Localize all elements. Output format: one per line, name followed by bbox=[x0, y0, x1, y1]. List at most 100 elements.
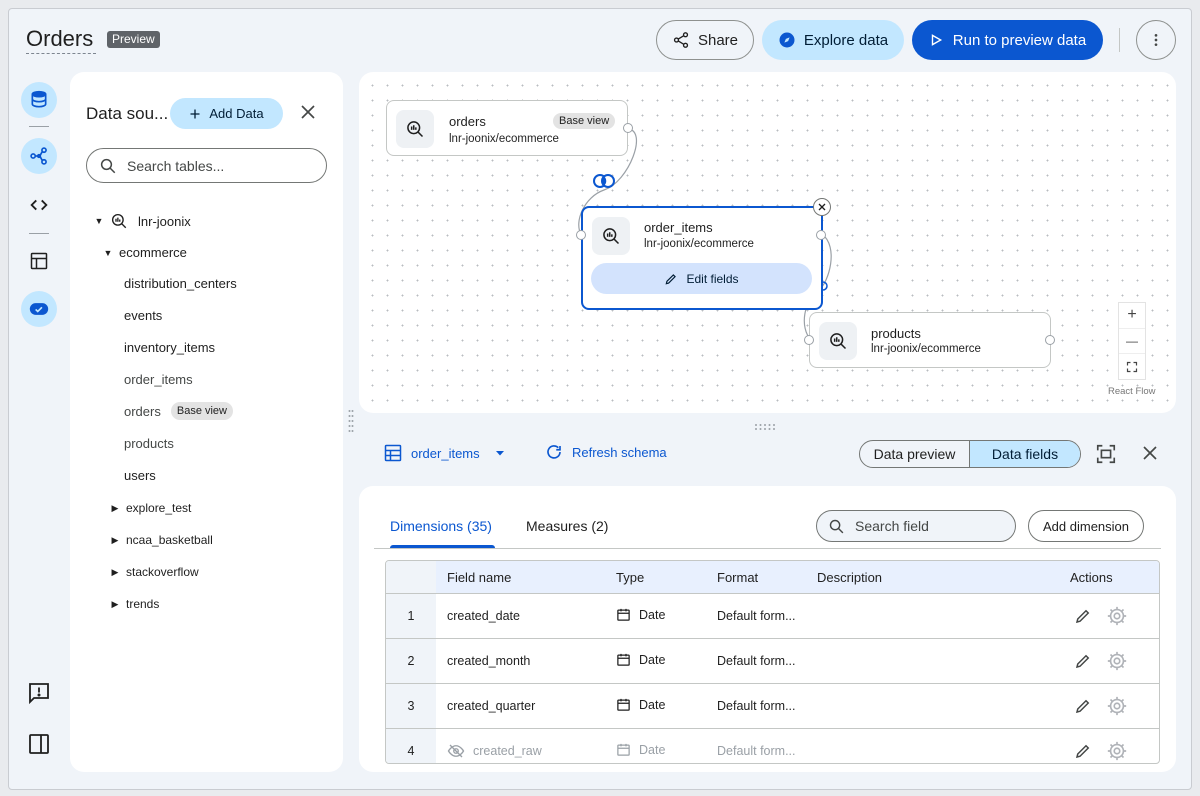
close-bottom-panel-button[interactable] bbox=[1141, 444, 1161, 464]
settings-icon[interactable] bbox=[1106, 605, 1128, 627]
data-preview-tab[interactable]: Data preview bbox=[860, 441, 970, 467]
tab-measures[interactable]: Measures (2) bbox=[526, 518, 608, 534]
explore-data-button[interactable]: Explore data bbox=[762, 20, 904, 60]
refresh-schema-label: Refresh schema bbox=[572, 444, 667, 460]
table-label: events bbox=[124, 308, 163, 323]
tree-project[interactable]: ▼ lnr-joonix bbox=[94, 212, 191, 230]
rail-schema[interactable] bbox=[21, 138, 57, 174]
settings-icon[interactable] bbox=[1106, 695, 1128, 717]
column-header[interactable]: Type bbox=[616, 570, 644, 585]
settings-icon[interactable] bbox=[1106, 650, 1128, 672]
rail-table[interactable] bbox=[21, 243, 57, 279]
tree-dataset-collapsed[interactable]: ▶ stackoverflow bbox=[110, 565, 199, 579]
type-label: Date bbox=[639, 607, 666, 622]
field-type: Date bbox=[616, 697, 665, 712]
node-handle[interactable] bbox=[1045, 335, 1055, 345]
expand-icon bbox=[1096, 444, 1116, 464]
node-products[interactable]: products lnr-joonix/ecommerce bbox=[804, 312, 1055, 368]
node-handle[interactable] bbox=[816, 230, 826, 240]
tree-dataset[interactable]: ▼ ecommerce bbox=[103, 245, 187, 260]
tree-dataset-collapsed[interactable]: ▶ trends bbox=[110, 597, 160, 611]
rail-toggle[interactable] bbox=[21, 291, 57, 327]
dataset-label: stackoverflow bbox=[126, 565, 199, 579]
app-window: Orders Preview Share Explore data Run to… bbox=[8, 8, 1192, 790]
toggle-icon bbox=[29, 303, 49, 315]
node-orders[interactable]: orders lnr-joonix/ecommerce Base view bbox=[386, 100, 633, 156]
node-order-items[interactable]: order_items lnr-joonix/ecommerce Edit fi… bbox=[576, 198, 831, 310]
page-title: Orders bbox=[26, 26, 94, 51]
zoom-in-button[interactable]: + bbox=[1119, 303, 1145, 329]
share-button[interactable]: Share bbox=[656, 20, 754, 60]
canvas-resize-handle[interactable] bbox=[754, 418, 778, 430]
settings-icon[interactable] bbox=[1106, 740, 1128, 762]
rail-divider bbox=[29, 126, 49, 127]
table-row[interactable]: 2 created_month Date Default form... bbox=[386, 638, 1159, 683]
tree-dataset-collapsed[interactable]: ▶ ncaa_basketball bbox=[110, 533, 213, 547]
close-panel-button[interactable] bbox=[299, 103, 319, 123]
table-search-field[interactable] bbox=[86, 148, 327, 183]
field-name: created_month bbox=[447, 654, 531, 668]
run-preview-button[interactable]: Run to preview data bbox=[912, 20, 1103, 60]
flow-canvas[interactable]: orders lnr-joonix/ecommerce Base view or… bbox=[359, 72, 1176, 413]
tree-table-item[interactable]: users bbox=[124, 468, 156, 483]
column-header[interactable]: Format bbox=[717, 570, 758, 585]
react-flow-attribution[interactable]: React Flow bbox=[1108, 386, 1156, 397]
expand-panel-button[interactable] bbox=[1095, 443, 1117, 465]
zoom-out-button[interactable]: — bbox=[1119, 329, 1145, 355]
column-header[interactable]: Field name bbox=[447, 570, 511, 585]
tree-table-item[interactable]: events bbox=[124, 308, 162, 323]
edit-icon[interactable] bbox=[1074, 607, 1092, 625]
column-header[interactable]: Description bbox=[817, 570, 882, 585]
table-icon bbox=[384, 444, 402, 462]
zoom-controls: + — bbox=[1118, 302, 1146, 380]
node-handle[interactable] bbox=[804, 335, 814, 345]
node-name: orders bbox=[449, 114, 486, 129]
base-view-chip: Base view bbox=[553, 113, 616, 129]
node-handle[interactable] bbox=[576, 230, 586, 240]
table-icon bbox=[30, 252, 48, 270]
tab-dimensions[interactable]: Dimensions (35) bbox=[390, 518, 492, 534]
tree-dataset-collapsed[interactable]: ▶ explore_test bbox=[110, 501, 192, 515]
share-icon bbox=[673, 32, 689, 48]
table-row[interactable]: 1 created_date Date Default form... bbox=[386, 593, 1159, 638]
tabs-divider bbox=[374, 548, 1161, 549]
table-selector[interactable]: order_items bbox=[383, 443, 506, 463]
row-index: 4 bbox=[407, 744, 415, 758]
table-row[interactable]: 3 created_quarter Date Default form... bbox=[386, 683, 1159, 728]
table-search-input[interactable] bbox=[127, 157, 307, 174]
index-column-header bbox=[386, 561, 436, 593]
more-options-button[interactable] bbox=[1136, 20, 1176, 60]
rail-code[interactable] bbox=[21, 187, 57, 223]
dataset-label: trends bbox=[126, 597, 160, 611]
table-label: distribution_centers bbox=[124, 276, 237, 291]
edit-fields-button[interactable]: Edit fields bbox=[591, 263, 812, 294]
node-handle[interactable] bbox=[623, 123, 633, 133]
tree-table-item[interactable]: inventory_items bbox=[124, 340, 215, 355]
tree-table-item[interactable]: orders Base view bbox=[124, 402, 233, 420]
edit-icon[interactable] bbox=[1074, 697, 1092, 715]
schema-icon bbox=[30, 147, 47, 165]
rail-data-sources[interactable] bbox=[21, 82, 57, 118]
fit-view-button[interactable] bbox=[1119, 354, 1145, 379]
tree-table-item[interactable]: products bbox=[124, 436, 174, 451]
field-search-input[interactable] bbox=[855, 518, 995, 534]
add-data-button[interactable]: Add Data bbox=[170, 98, 283, 129]
dataset-label: ncaa_basketball bbox=[126, 533, 213, 547]
bigquery-icon bbox=[819, 322, 857, 360]
data-fields-tab[interactable]: Data fields bbox=[970, 441, 1080, 467]
edit-icon[interactable] bbox=[1074, 742, 1092, 760]
feedback-button[interactable] bbox=[27, 681, 51, 705]
close-icon bbox=[301, 105, 315, 119]
refresh-schema-button[interactable]: Refresh schema bbox=[545, 443, 667, 461]
row-index: 3 bbox=[407, 699, 415, 713]
side-panel-button[interactable] bbox=[27, 732, 51, 756]
table-row[interactable]: 4 created_raw Date Default form... bbox=[386, 728, 1159, 763]
add-dimension-button[interactable]: Add dimension bbox=[1028, 510, 1144, 542]
field-search[interactable] bbox=[816, 510, 1016, 542]
panel-resize-handle[interactable] bbox=[348, 409, 354, 435]
edit-icon[interactable] bbox=[1074, 652, 1092, 670]
type-label: Date bbox=[639, 697, 666, 712]
remove-node-button[interactable] bbox=[813, 198, 831, 216]
tree-table-item[interactable]: order_items bbox=[124, 372, 193, 387]
tree-table-item[interactable]: distribution_centers bbox=[124, 276, 237, 291]
